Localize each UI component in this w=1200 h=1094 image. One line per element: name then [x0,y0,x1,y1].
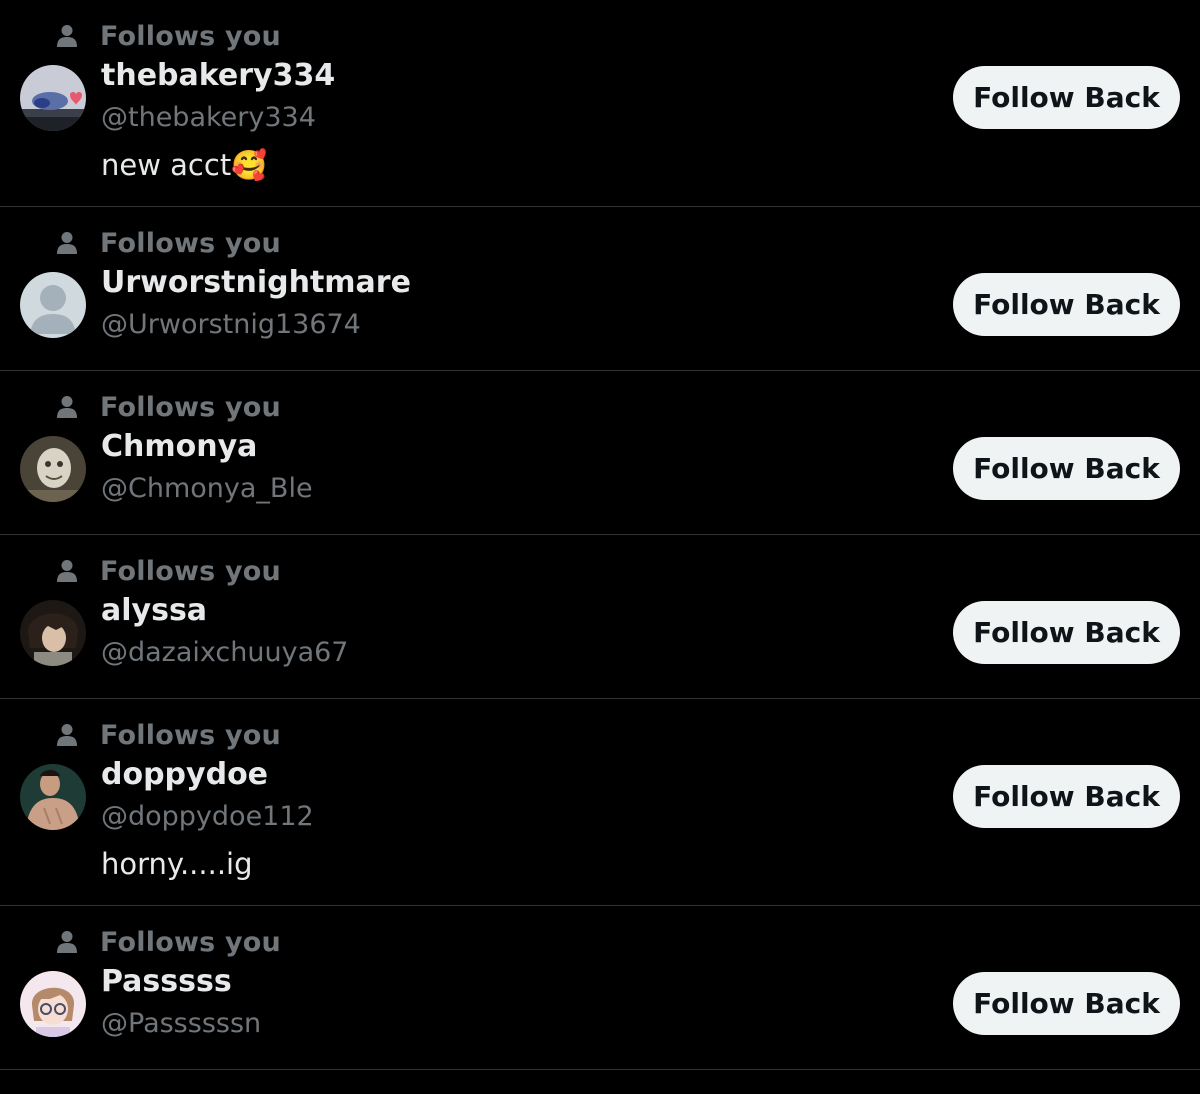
follower-row[interactable]: Follows you Passsss @Passssssn Follow Ba… [0,906,1200,1070]
display-name[interactable]: Urworstnightmare [101,265,411,300]
display-name[interactable]: Passsss [101,964,232,999]
person-icon [54,929,80,955]
username[interactable]: @Chmonya_Ble [101,473,313,504]
avatar[interactable] [20,272,86,338]
person-icon [54,23,80,49]
follows-you-indicator: Follows you [54,553,281,589]
display-name[interactable]: Chmonya [101,429,257,464]
follow-back-button[interactable]: Follow Back [953,765,1180,828]
person-icon [54,230,80,256]
follows-you-indicator: Follows you [54,924,281,960]
display-name[interactable]: thebakery334 [101,58,335,93]
username[interactable]: @thebakery334 [101,102,316,133]
follows-you-label: Follows you [100,20,281,52]
username[interactable]: @doppydoe112 [101,801,314,832]
follow-back-button[interactable]: Follow Back [953,972,1180,1035]
bio-text: new acct🥰 [101,148,268,182]
follower-row[interactable]: Follows you thebakery334 @thebakery334 n… [0,0,1200,207]
follows-you-indicator: Follows you [54,389,281,425]
follower-row[interactable]: Follows you Chmonya @Chmonya_Ble Follow … [0,371,1200,535]
follow-back-button[interactable]: Follow Back [953,273,1180,336]
person-icon [54,558,80,584]
avatar[interactable] [20,436,86,502]
follows-you-label: Follows you [100,719,281,751]
follows-you-label: Follows you [100,926,281,958]
display-name[interactable]: alyssa [101,593,207,628]
follow-back-button[interactable]: Follow Back [953,437,1180,500]
follower-row[interactable]: Follows you Urworstnightmare @Urworstnig… [0,207,1200,371]
avatar[interactable] [20,65,86,131]
username[interactable]: @Urworstnig13674 [101,309,361,340]
person-icon [54,394,80,420]
avatar[interactable] [20,600,86,666]
follower-list: Follows you thebakery334 @thebakery334 n… [0,0,1200,1070]
display-name[interactable]: doppydoe [101,757,268,792]
username[interactable]: @dazaixchuuya67 [101,637,348,668]
avatar[interactable] [20,971,86,1037]
person-icon [54,722,80,748]
follower-row[interactable]: Follows you alyssa @dazaixchuuya67 Follo… [0,535,1200,699]
avatar[interactable] [20,764,86,830]
follow-back-button[interactable]: Follow Back [953,66,1180,129]
follows-you-indicator: Follows you [54,225,281,261]
follows-you-label: Follows you [100,555,281,587]
follows-you-label: Follows you [100,391,281,423]
follows-you-label: Follows you [100,227,281,259]
follow-back-button[interactable]: Follow Back [953,601,1180,664]
follows-you-indicator: Follows you [54,18,281,54]
follows-you-indicator: Follows you [54,717,281,753]
username[interactable]: @Passssssn [101,1008,261,1039]
follower-row[interactable]: Follows you doppydoe @doppydoe112 horny.… [0,699,1200,906]
bio-text: horny.....ig [101,847,253,881]
